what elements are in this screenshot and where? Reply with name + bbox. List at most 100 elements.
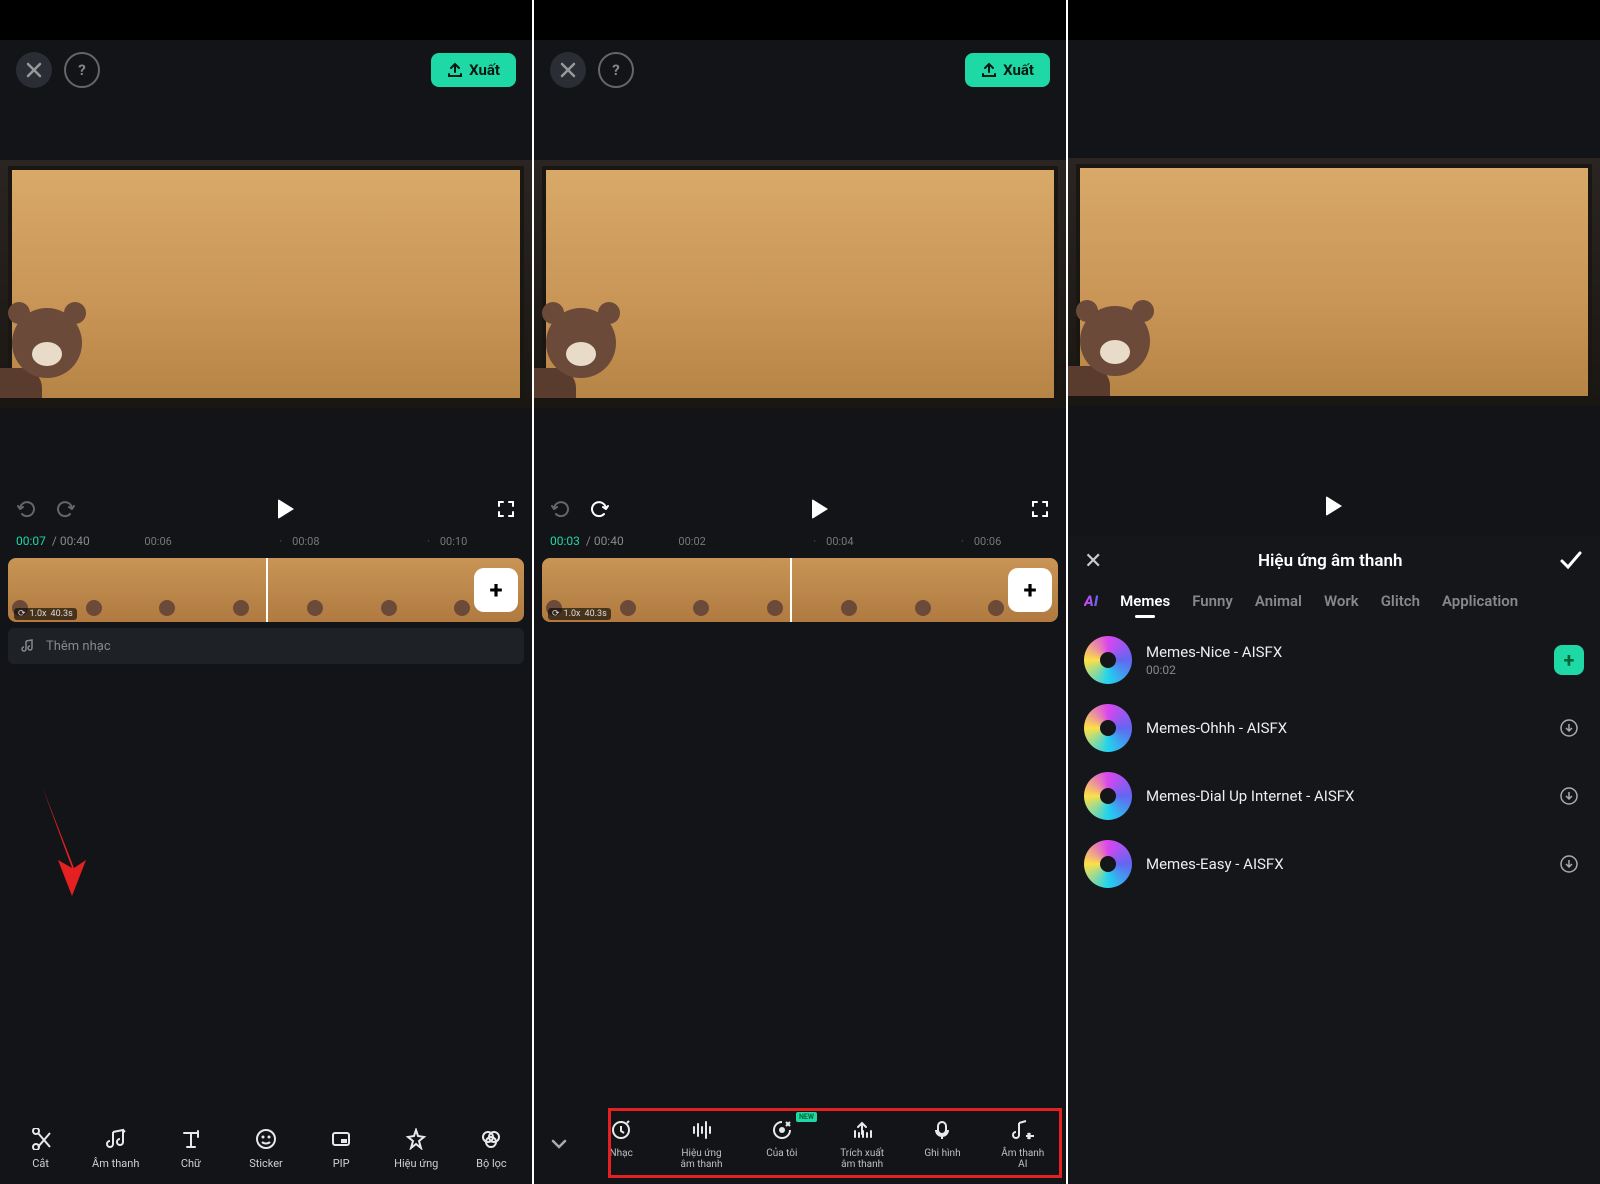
video-preview[interactable] (0, 160, 532, 408)
tool-pip[interactable]: PIP (305, 1125, 378, 1170)
tab-application[interactable]: Application (1442, 592, 1518, 618)
subtool-label: Âm thanh AI (1001, 1148, 1044, 1170)
subtool-label: Trích xuất âm thanh (840, 1148, 884, 1170)
subtool-label: Ghi hình (924, 1148, 960, 1159)
editor-panel-1: ? Xuất 00:07 / 00:40 00:06 00:08 0 (0, 0, 534, 1184)
sound-effects-panel: ✕ Hiệu ứng âm thanh AI Memes Funny Animal Wo… (1068, 536, 1600, 1184)
download-icon[interactable] (1554, 781, 1584, 811)
record-icon (928, 1116, 956, 1144)
effects-icon (402, 1125, 430, 1153)
time-marks: 00:06 00:08 00:10 (96, 535, 516, 548)
tool-audio[interactable]: Âm thanh (79, 1125, 152, 1170)
tab-ai[interactable]: AI (1084, 592, 1098, 618)
tool-label: Bộ lọc (476, 1157, 507, 1170)
bottom-toolbar: Cắt Âm thanhChữ Sticker PIP Hiệu ứng Bộ lọc (0, 1117, 532, 1184)
category-tabs: AI Memes Funny Animal Work Glitch Application (1068, 586, 1600, 618)
redo-icon[interactable] (54, 498, 76, 520)
download-icon[interactable] (1554, 713, 1584, 743)
playhead[interactable] (790, 558, 792, 622)
text-icon (177, 1125, 205, 1153)
tab-memes[interactable]: Memes (1120, 592, 1170, 618)
redo-icon[interactable] (588, 498, 610, 520)
confirm-icon[interactable] (1558, 548, 1584, 574)
tool-label: Hiệu ứng (394, 1157, 438, 1170)
collapse-icon[interactable] (538, 1134, 580, 1170)
close-icon[interactable]: ✕ (1084, 549, 1102, 574)
subtool-ai-audio[interactable]: Âm thanh AI (984, 1116, 1062, 1170)
add-music-row[interactable]: Thêm nhạc (8, 628, 524, 664)
add-clip-button[interactable]: + (1008, 568, 1052, 612)
timeline[interactable]: ⟳1.0x40.3s + (542, 558, 1058, 622)
tool-cut[interactable]: Cắt (4, 1125, 77, 1170)
sound-item[interactable]: Memes-Nice - AISFX00:02+ (1084, 626, 1584, 694)
sound-item[interactable]: Memes-Ohhh - AISFX (1084, 694, 1584, 762)
tool-label: Sticker (249, 1157, 283, 1170)
subtool-sound-fx[interactable]: Hiệu ứng âm thanh (662, 1116, 740, 1170)
clip-badge: ⟳1.0x40.3s (548, 608, 611, 620)
add-sound-button[interactable]: + (1554, 645, 1584, 675)
video-preview[interactable] (534, 160, 1066, 408)
sticker-icon (252, 1125, 280, 1153)
help-icon[interactable]: ? (598, 52, 634, 88)
panel-title: Hiệu ứng âm thanh (1102, 551, 1558, 571)
close-icon[interactable] (16, 52, 52, 88)
tool-label: Cắt (32, 1157, 49, 1170)
help-icon[interactable]: ? (64, 52, 100, 88)
clip-badge: ⟳1.0x40.3s (14, 608, 77, 620)
play-button[interactable] (1326, 496, 1342, 516)
tab-glitch[interactable]: Glitch (1381, 592, 1420, 618)
video-preview[interactable] (1068, 158, 1600, 406)
pointer-arrow (34, 778, 90, 898)
fullscreen-icon[interactable] (496, 499, 516, 519)
tab-work[interactable]: Work (1324, 592, 1359, 618)
extract-icon (848, 1116, 876, 1144)
tab-animal[interactable]: Animal (1255, 592, 1302, 618)
subtool-music[interactable]: Nhạc (582, 1116, 660, 1170)
close-icon[interactable] (550, 52, 586, 88)
audio-icon (102, 1125, 130, 1153)
filter-icon (477, 1125, 505, 1153)
music-icon (607, 1116, 635, 1144)
time-current: 00:03 (550, 534, 580, 548)
disc-icon (1084, 704, 1132, 752)
playhead[interactable] (266, 558, 268, 622)
subtool-record[interactable]: Ghi hình (903, 1116, 981, 1170)
editor-panel-2: ? Xuất 00:03 / 00:40 00:02 00:04 0 (534, 0, 1068, 1184)
add-music-label: Thêm nhạc (46, 639, 111, 654)
download-icon[interactable] (1554, 849, 1584, 879)
audio-sub-toolbar: Nhạc Hiệu ứng âm thanh NEWCủa tôi Trích xuấ… (534, 1108, 1066, 1184)
timeline[interactable]: ⟳1.0x40.3s + (8, 558, 524, 622)
tab-funny[interactable]: Funny (1192, 592, 1233, 618)
play-button[interactable] (812, 499, 828, 519)
sound-item[interactable]: Memes-Easy - AISFX (1084, 830, 1584, 898)
mine-icon (768, 1116, 796, 1144)
time-marks: 00:02 00:04 00:06 (630, 535, 1050, 548)
cut-icon (27, 1125, 55, 1153)
sound-name: Memes-Dial Up Internet - AISFX (1146, 787, 1540, 805)
undo-icon[interactable] (16, 498, 38, 520)
sound-name: Memes-Easy - AISFX (1146, 855, 1540, 873)
export-button[interactable]: Xuất (965, 53, 1050, 87)
tool-sticker[interactable]: Sticker (229, 1125, 302, 1170)
subtool-mine[interactable]: NEWCủa tôi (743, 1116, 821, 1170)
subtool-label: Hiệu ứng âm thanh (681, 1148, 723, 1170)
disc-icon (1084, 636, 1132, 684)
tool-text[interactable]: Chữ (154, 1125, 227, 1170)
play-button[interactable] (278, 499, 294, 519)
pip-icon (327, 1125, 355, 1153)
tool-effects[interactable]: Hiệu ứng (380, 1125, 453, 1170)
sound-item[interactable]: Memes-Dial Up Internet - AISFX (1084, 762, 1584, 830)
fullscreen-icon[interactable] (1030, 499, 1050, 519)
subtool-extract[interactable]: Trích xuất âm thanh (823, 1116, 901, 1170)
disc-icon (1084, 840, 1132, 888)
new-badge: NEW (796, 1112, 817, 1122)
ai-audio-icon (1009, 1116, 1037, 1144)
time-current: 00:07 (16, 534, 46, 548)
tool-filter[interactable]: Bộ lọc (455, 1125, 528, 1170)
add-clip-button[interactable]: + (474, 568, 518, 612)
export-label: Xuất (1003, 61, 1034, 79)
export-button[interactable]: Xuất (431, 53, 516, 87)
time-total: / 00:40 (52, 534, 90, 548)
undo-icon[interactable] (550, 498, 572, 520)
sound-name: Memes-Nice - AISFX (1146, 643, 1540, 661)
